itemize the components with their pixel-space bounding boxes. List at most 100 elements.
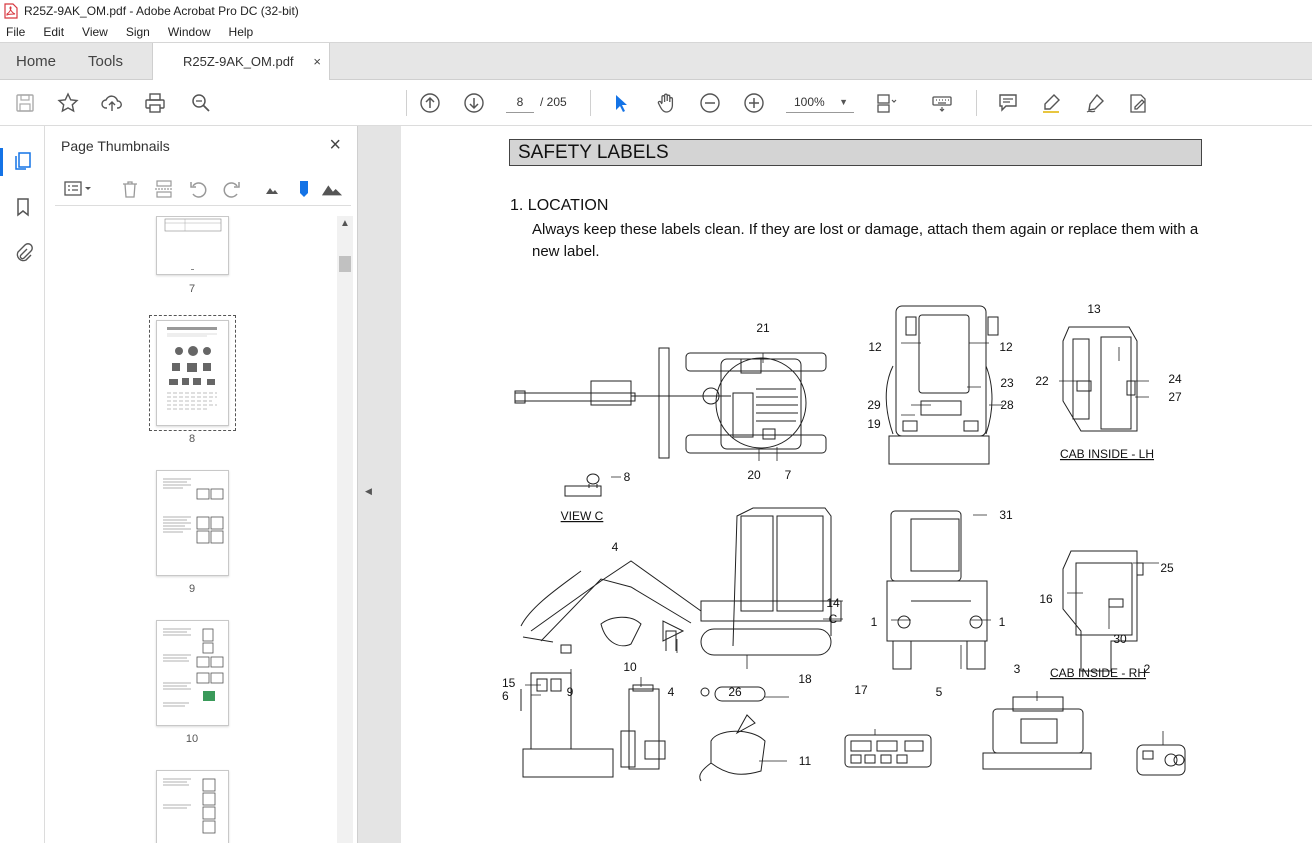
next-page-icon[interactable] bbox=[462, 91, 486, 115]
thumbnail-page-8[interactable] bbox=[156, 320, 229, 426]
options-menu-icon[interactable] bbox=[61, 178, 95, 200]
thumbnail-tools bbox=[55, 174, 351, 206]
tab-home[interactable]: Home bbox=[16, 43, 56, 80]
page-fit-icon[interactable] bbox=[874, 91, 898, 115]
callout-1-left: 1 bbox=[871, 615, 878, 629]
callout-31: 31 bbox=[999, 508, 1013, 522]
comment-icon[interactable] bbox=[996, 91, 1020, 115]
menu-view[interactable]: View bbox=[80, 25, 110, 39]
section-title: SAFETY LABELS bbox=[509, 139, 1202, 166]
toolbar-separator bbox=[406, 90, 407, 116]
tab-tools[interactable]: Tools bbox=[88, 43, 123, 80]
fill-sign-icon[interactable] bbox=[1126, 91, 1150, 115]
highlight-pen-icon[interactable] bbox=[1039, 91, 1063, 115]
draw-sign-icon[interactable] bbox=[1083, 91, 1107, 115]
zoom-select[interactable]: 100% ▼ bbox=[786, 91, 854, 113]
thumbnail-page-11[interactable] bbox=[156, 770, 229, 843]
callout-c: C bbox=[829, 612, 838, 626]
title-bar: R25Z-9AK_OM.pdf - Adobe Acrobat Pro DC (… bbox=[0, 0, 1312, 22]
pdf-app-icon bbox=[4, 3, 18, 19]
callout-14: 14 bbox=[826, 596, 840, 610]
menu-edit[interactable]: Edit bbox=[41, 25, 66, 39]
thumbnail-label: 9 bbox=[188, 583, 196, 595]
keyboard-icon[interactable] bbox=[930, 91, 954, 115]
search-zoom-icon[interactable] bbox=[189, 91, 213, 115]
menu-file[interactable]: File bbox=[4, 25, 27, 39]
callout-15: 15 bbox=[502, 676, 516, 690]
callout-30: 30 bbox=[1113, 632, 1127, 646]
tab-document[interactable]: R25Z-9AK_OM.pdf × bbox=[152, 43, 330, 81]
view-c-drawing bbox=[564, 473, 602, 497]
main-toolbar bbox=[0, 80, 1312, 126]
delete-page-icon[interactable] bbox=[119, 178, 141, 200]
tab-document-label: R25Z-9AK_OM.pdf bbox=[183, 54, 294, 69]
thumbnail-page-9[interactable] bbox=[156, 470, 229, 576]
tab-bar: Home Tools R25Z-9AK_OM.pdf × bbox=[0, 42, 1312, 81]
panel-splitter[interactable]: ◀ bbox=[357, 126, 379, 843]
pdf-page: SAFETY LABELS 1. LOCATION Always keep th… bbox=[401, 126, 1312, 843]
page-number-input[interactable]: 8 bbox=[506, 91, 534, 113]
thumbnail-size-slider[interactable] bbox=[293, 178, 315, 200]
thumbnail-label: 10 bbox=[185, 733, 199, 745]
window-title: R25Z-9AK_OM.pdf - Adobe Acrobat Pro DC (… bbox=[24, 4, 299, 18]
callout-26: 26 bbox=[728, 685, 742, 699]
collapse-panel-icon[interactable]: ◀ bbox=[365, 486, 372, 497]
zoom-in-icon[interactable] bbox=[742, 91, 766, 115]
close-icon[interactable]: × bbox=[329, 134, 341, 157]
page-thumbnails-icon[interactable] bbox=[10, 148, 36, 174]
tab-close-icon[interactable]: × bbox=[313, 43, 321, 80]
callout-19: 19 bbox=[867, 417, 881, 431]
rear-view-drawing bbox=[885, 305, 999, 465]
top-view-drawing bbox=[514, 347, 827, 459]
callout-5: 5 bbox=[936, 685, 943, 699]
component-18-11-drawing bbox=[699, 686, 766, 782]
callout-29: 29 bbox=[867, 398, 881, 412]
side-view-drawing bbox=[520, 507, 842, 656]
save-icon[interactable] bbox=[13, 91, 37, 115]
location-text: Always keep these labels clean. If they … bbox=[532, 221, 1199, 260]
print-icon[interactable] bbox=[143, 91, 167, 115]
thumbnail-list: 7 8 9 10 bbox=[45, 216, 335, 843]
callout-13: 13 bbox=[1087, 302, 1101, 316]
callout-22: 22 bbox=[1035, 374, 1049, 388]
hand-tool-icon[interactable] bbox=[654, 91, 678, 115]
cab-rh-label: CAB INSIDE - RH bbox=[1050, 666, 1146, 680]
callout-18: 18 bbox=[798, 672, 812, 686]
attachments-icon[interactable] bbox=[10, 239, 36, 265]
thumbnail-large-icon[interactable] bbox=[321, 178, 343, 200]
scroll-up-icon[interactable]: ▲ bbox=[339, 218, 351, 234]
bookmarks-icon[interactable] bbox=[10, 194, 36, 220]
menu-sign[interactable]: Sign bbox=[124, 25, 152, 39]
menu-help[interactable]: Help bbox=[227, 25, 256, 39]
zoom-out-icon[interactable] bbox=[698, 91, 722, 115]
thumbnail-page-7[interactable] bbox=[156, 216, 229, 275]
callout-10: 10 bbox=[623, 660, 637, 674]
callout-12-left: 12 bbox=[868, 340, 882, 354]
component-2-drawing bbox=[1136, 744, 1186, 776]
callout-28: 28 bbox=[1000, 398, 1014, 412]
callout-17: 17 bbox=[854, 683, 868, 697]
select-cursor-icon[interactable] bbox=[609, 91, 633, 115]
chevron-down-icon: ▼ bbox=[839, 97, 848, 107]
cab-inside-rh-drawing bbox=[1062, 550, 1144, 672]
rotate-right-icon[interactable] bbox=[221, 178, 243, 200]
bookmark-star-icon[interactable] bbox=[56, 91, 80, 115]
callout-20: 20 bbox=[747, 468, 761, 482]
component-3-drawing bbox=[982, 696, 1092, 770]
scrollbar-thumb[interactable] bbox=[339, 256, 351, 272]
insert-page-icon[interactable] bbox=[153, 178, 175, 200]
thumbnail-scrollbar[interactable] bbox=[337, 216, 353, 843]
callout-24: 24 bbox=[1168, 372, 1182, 386]
toolbar-separator bbox=[976, 90, 977, 116]
panel-title: Page Thumbnails bbox=[61, 138, 170, 154]
thumbnail-small-icon[interactable] bbox=[261, 178, 283, 200]
thumbnail-page-10[interactable] bbox=[156, 620, 229, 726]
cloud-upload-icon[interactable] bbox=[100, 91, 124, 115]
callout-6: 6 bbox=[502, 689, 509, 703]
menu-window[interactable]: Window bbox=[166, 25, 213, 39]
document-viewport[interactable]: SAFETY LABELS 1. LOCATION Always keep th… bbox=[379, 126, 1312, 843]
location-heading: 1. LOCATION bbox=[510, 197, 609, 214]
previous-page-icon[interactable] bbox=[418, 91, 442, 115]
rotate-left-icon[interactable] bbox=[187, 178, 209, 200]
excavator-drawings: 21 20 7 8 VIEW C 12 12 23 28 29 19 13 22… bbox=[502, 302, 1186, 782]
